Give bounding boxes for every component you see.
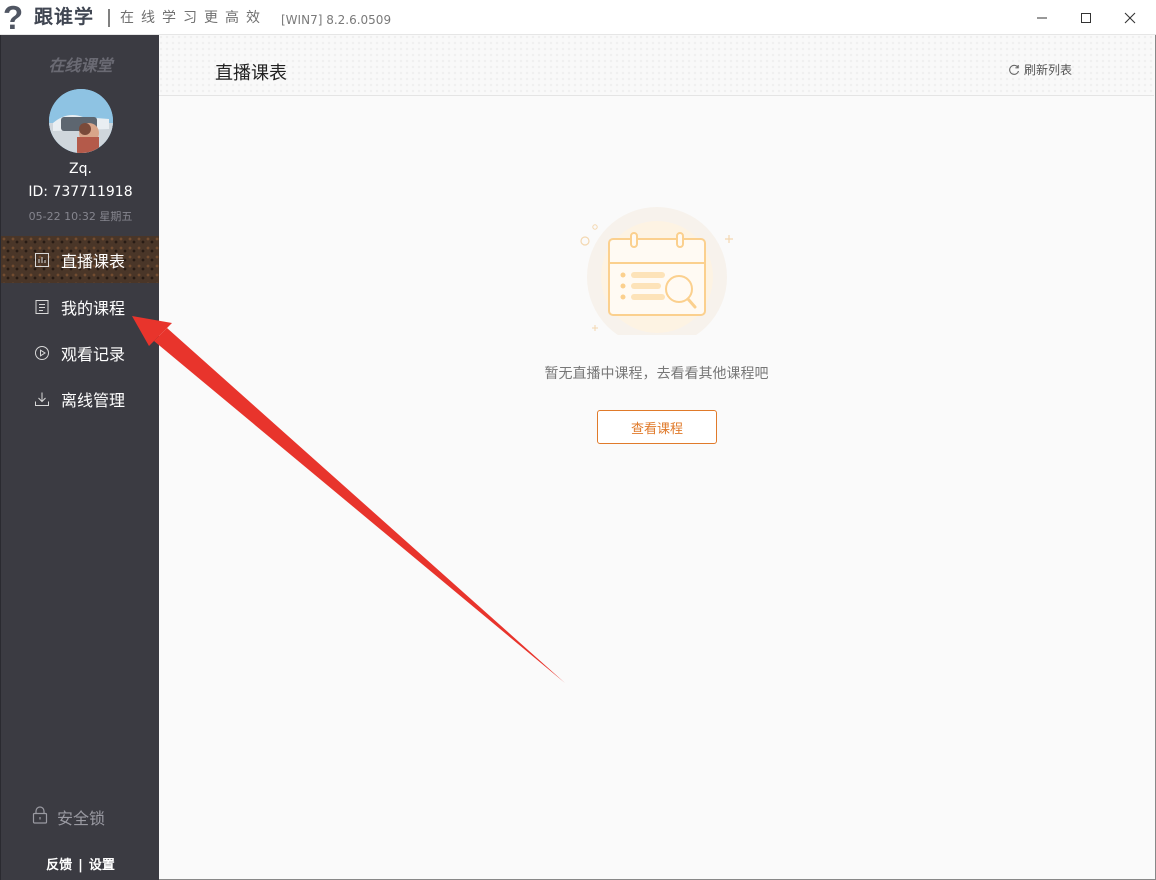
security-lock-button[interactable]: 安全锁 bbox=[32, 805, 105, 829]
section-title: 在线课堂 bbox=[48, 56, 113, 75]
close-button[interactable] bbox=[1110, 0, 1150, 35]
nav-label: 我的课程 bbox=[61, 298, 126, 318]
minimize-button[interactable] bbox=[1022, 0, 1062, 35]
feedback-link[interactable]: 反馈 bbox=[46, 858, 72, 873]
app-version: [WIN7] 8.2.6.0509 bbox=[281, 13, 392, 27]
footer-divider: | bbox=[78, 858, 83, 873]
footer-links: 反馈 | 设置 bbox=[1, 854, 160, 873]
app-logo-icon: ? bbox=[3, 0, 24, 36]
lock-icon bbox=[32, 806, 48, 828]
view-courses-button[interactable]: 查看课程 bbox=[597, 410, 717, 444]
avatar[interactable] bbox=[49, 89, 113, 153]
current-datetime: 05-22 10:32 星期五 bbox=[28, 210, 133, 223]
bar-chart-icon bbox=[34, 252, 50, 268]
maximize-button[interactable] bbox=[1066, 0, 1106, 35]
lock-label: 安全锁 bbox=[57, 809, 106, 828]
main-header: 直播课表 刷新列表 bbox=[159, 35, 1154, 96]
empty-state-message: 暂无直播中课程，去看看其他课程吧 bbox=[544, 366, 769, 382]
sidebar: 在线课堂 Zq. ID: 737711918 05-22 10:32 星期五 直… bbox=[0, 35, 160, 880]
empty-calendar-illustration-icon bbox=[573, 205, 733, 347]
nav-item-my-courses[interactable]: 我的课程 bbox=[1, 283, 160, 330]
title-bar: ? 跟谁学 在线学习更高效 [WIN7] 8.2.6.0509 bbox=[0, 0, 1156, 35]
play-circle-icon bbox=[34, 345, 50, 361]
nav-item-offline-manage[interactable]: 离线管理 bbox=[1, 375, 160, 422]
settings-link[interactable]: 设置 bbox=[89, 858, 115, 873]
app-slogan: 在线学习更高效 bbox=[120, 10, 267, 26]
avatar-image bbox=[49, 89, 113, 153]
user-id: ID: 737711918 bbox=[28, 184, 133, 200]
nav-label: 观看记录 bbox=[61, 344, 126, 364]
nav-item-watch-history[interactable]: 观看记录 bbox=[1, 329, 160, 376]
page-title: 直播课表 bbox=[215, 63, 287, 84]
refresh-icon bbox=[1008, 64, 1020, 76]
maximize-icon bbox=[1081, 12, 1091, 23]
nav-label: 直播课表 bbox=[61, 251, 126, 271]
app-brand: 跟谁学 bbox=[34, 6, 95, 28]
minimize-icon bbox=[1037, 17, 1047, 18]
close-icon bbox=[1124, 12, 1136, 23]
main-panel: 直播课表 刷新列表 暂无直播中课程，去看看其他课程吧 查看课程 bbox=[159, 35, 1156, 880]
document-icon bbox=[34, 299, 50, 315]
download-icon bbox=[34, 391, 50, 407]
user-name: Zq. bbox=[69, 161, 92, 177]
refresh-list-button[interactable]: 刷新列表 bbox=[1008, 61, 1072, 78]
nav-item-live-schedule[interactable]: 直播课表 bbox=[1, 236, 160, 283]
nav-label: 离线管理 bbox=[61, 390, 126, 410]
title-divider bbox=[108, 9, 110, 27]
refresh-label: 刷新列表 bbox=[1024, 63, 1073, 77]
